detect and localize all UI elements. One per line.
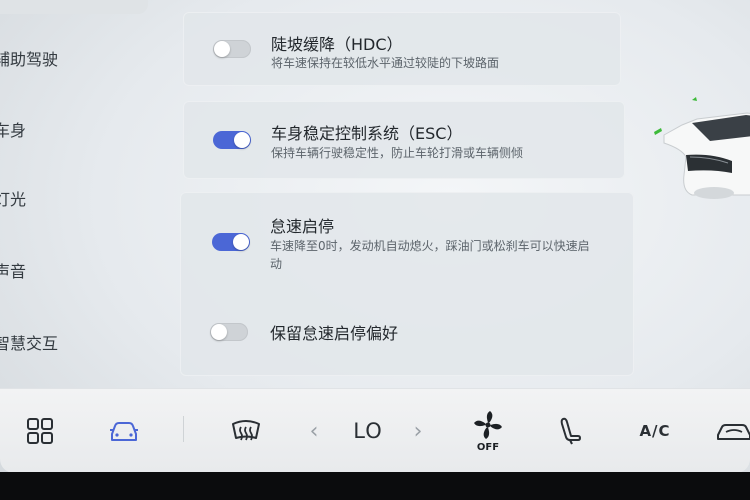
hdc-toggle[interactable] (213, 40, 251, 58)
esc-description: 保持车辆行驶稳定性，防止车轮打滑或车辆侧倾 (271, 146, 524, 160)
sidebar-item-body[interactable]: 车身 (0, 117, 26, 141)
screen-bezel (0, 472, 750, 500)
ac-label: A/C (639, 422, 671, 440)
fan-icon (474, 410, 502, 439)
toggle-knob (214, 41, 230, 57)
keep-preference-title: 保留怠速启停偏好 (270, 324, 399, 343)
sidebar-item-lights[interactable]: 灯光 (0, 186, 26, 210)
chevron-right-icon[interactable]: › (406, 389, 430, 473)
esc-toggle[interactable] (213, 131, 251, 149)
climate-dock: ‹ LO › OFF A/C (0, 388, 750, 473)
sidebar-top-item[interactable] (0, 0, 148, 14)
dock-divider (183, 416, 184, 442)
chevron-left-icon[interactable]: ‹ (302, 389, 326, 473)
hdc-description: 将车速保持在较低水平通过较陡的下坡路面 (271, 56, 500, 70)
start-stop-title: 怠速启停 (270, 217, 335, 236)
seat-icon[interactable] (552, 389, 588, 473)
start-stop-card: 怠速启停 车速降至0时，发动机自动熄火，踩油门或松刹车可以快速启动 保留怠速启停… (180, 192, 634, 376)
start-stop-description: 车速降至0时，发动机自动熄火，踩油门或松刹车可以快速启动 (270, 239, 590, 271)
toggle-knob (211, 324, 227, 340)
hdc-title: 陡坡缓降（HDC） (271, 35, 403, 54)
temperature-value: LO (353, 419, 383, 443)
sidebar-item-sound[interactable]: 声音 (0, 258, 26, 282)
keep-preference-toggle[interactable] (210, 323, 248, 341)
toggle-knob (233, 234, 249, 250)
fan-status-label: OFF (476, 441, 500, 453)
grid-icon[interactable] (22, 389, 58, 473)
ac-button[interactable]: A/C (630, 389, 680, 473)
rear-defrost-icon[interactable] (226, 389, 266, 473)
toggle-knob (234, 132, 250, 148)
esc-title: 车身稳定控制系统（ESC） (271, 124, 463, 143)
start-stop-toggle[interactable] (212, 233, 250, 251)
esc-card: 车身稳定控制系统（ESC） 保持车辆行驶稳定性，防止车轮打滑或车辆侧倾 (183, 101, 625, 179)
hdc-card: 陡坡缓降（HDC） 将车速保持在较低水平通过较陡的下坡路面 (183, 12, 621, 86)
temperature-display: LO (343, 389, 393, 473)
sidebar-item-driving-assist[interactable]: 辅助驾驶 (0, 46, 58, 70)
air-recirculation-icon[interactable] (714, 389, 750, 473)
sidebar: 辅助驾驶 车身 灯光 声音 智慧交互 (0, 0, 160, 390)
settings-screen: 辅助驾驶 车身 灯光 声音 智慧交互 陡坡缓降（HDC） 将车速保持在较低水平通… (0, 0, 750, 500)
fan-button[interactable]: OFF (466, 389, 510, 473)
car-illustration (652, 95, 750, 205)
car-icon[interactable] (104, 389, 144, 473)
sidebar-item-smart-interaction[interactable]: 智慧交互 (0, 330, 58, 354)
